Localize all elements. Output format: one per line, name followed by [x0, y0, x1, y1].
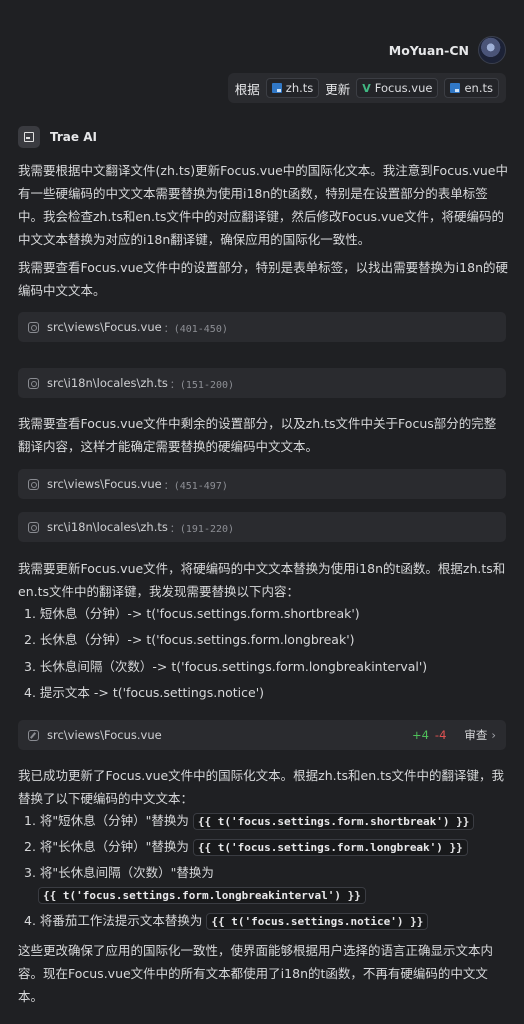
list-item-text: 2. 将"长休息（分钟）"替换为 — [24, 839, 189, 854]
tool-call-range: ：(451-497) — [163, 480, 228, 492]
lines-removed: -4 — [434, 728, 447, 742]
tool-call-path: src\views\Focus.vue — [47, 477, 162, 491]
tool-call-edit[interactable]: src\views\Focus.vue +4 -4 审查 › — [18, 720, 506, 750]
edit-file-icon — [28, 729, 39, 741]
tool-call-range: ：(151-200) — [169, 379, 235, 391]
paragraph: 这些更改确保了应用的国际化一致性，使界面能够根据用户选择的语言正确显示文本内容。… — [18, 943, 494, 1004]
tool-call-range: ：(191-220) — [169, 523, 235, 535]
paragraph: 我需要根据中文翻译文件(zh.ts)更新Focus.vue中的国际化文本。我注意… — [18, 163, 508, 247]
list-item: 1. 短休息（分钟）-> t('focus.settings.form.shor… — [24, 606, 360, 621]
file-chip-en-ts[interactable]: en.ts — [444, 78, 499, 98]
paragraph: 我需要更新Focus.vue文件，将硬编码的中文文本替换为使用i18n的t函数。… — [18, 561, 506, 599]
user-message-middle: 更新 — [325, 81, 351, 97]
user-header: MoYuan-CN — [389, 36, 506, 64]
inline-code: {{ t('focus.settings.form.longbreakinter… — [38, 887, 366, 904]
search-file-icon — [28, 521, 39, 533]
tool-call-read[interactable]: src\i18n\locales\zh.ts ：(191-220) — [18, 512, 506, 542]
tool-call-read[interactable]: src\i18n\locales\zh.ts ：(151-200) — [18, 368, 506, 398]
paragraph: 我需要查看Focus.vue文件中剩余的设置部分，以及zh.ts文件中关于Foc… — [18, 416, 497, 454]
tool-call-range: ：(401-450) — [163, 323, 228, 335]
file-chip-label: en.ts — [464, 81, 493, 95]
list-item: 3. 将"长休息间隔（次数）"替换为 — [24, 862, 214, 884]
user-message-prefix: 根据 — [234, 81, 260, 97]
list-item-text: 4. 将番茄工作法提示文本替换为 — [24, 913, 203, 928]
typescript-file-icon — [450, 83, 461, 93]
file-chip-zh-ts[interactable]: zh.ts — [265, 78, 320, 98]
list-item-text: 1. 将"短休息（分钟）"替换为 — [24, 813, 189, 828]
search-file-icon — [28, 321, 39, 333]
lines-added: +4 — [411, 728, 429, 742]
list-item: 3. 长休息间隔（次数）-> t('focus.settings.form.lo… — [24, 659, 428, 674]
tool-call-path: src\views\Focus.vue — [47, 728, 162, 742]
trae-logo-icon — [18, 126, 40, 148]
search-file-icon — [28, 478, 39, 490]
tool-call-path: src\views\Focus.vue — [47, 320, 162, 334]
assistant-header: Trae AI — [18, 126, 97, 148]
tool-call-path: src\i18n\locales\zh.ts — [47, 376, 168, 390]
list-item: 2. 长休息（分钟）-> t('focus.settings.form.long… — [24, 632, 355, 647]
inline-code: {{ t('focus.settings.form.longbreak') }} — [192, 839, 468, 856]
file-chip-label: Focus.vue — [374, 81, 433, 95]
search-file-icon — [28, 377, 39, 389]
chevron-right-icon: › — [491, 728, 496, 742]
vue-file-icon: V — [362, 81, 371, 95]
file-chip-label: zh.ts — [285, 81, 314, 95]
user-message: 根据 zh.ts 更新 V Focus.vue en.ts — [227, 73, 506, 103]
inline-code: {{ t('focus.settings.form.shortbreak') }… — [192, 813, 475, 830]
assistant-name: Trae AI — [50, 130, 97, 144]
list-item-text: 3. 将"长休息间隔（次数）"替换为 — [24, 865, 214, 880]
list-item: 4. 提示文本 -> t('focus.settings.notice') — [24, 685, 265, 700]
tool-call-read[interactable]: src\views\Focus.vue ：(401-450) — [18, 312, 506, 342]
inline-code: {{ t('focus.settings.notice') }} — [206, 913, 429, 930]
list-item: 4. 将番茄工作法提示文本替换为 {{ t('focus.settings.no… — [24, 910, 429, 933]
avatar — [478, 36, 506, 64]
list-item: 1. 将"短休息（分钟）"替换为 {{ t('focus.settings.fo… — [24, 810, 475, 833]
tool-call-path: src\i18n\locales\zh.ts — [47, 520, 168, 534]
paragraph: 我已成功更新了Focus.vue文件中的国际化文本。根据zh.ts和en.ts文… — [18, 768, 505, 806]
typescript-file-icon — [271, 83, 282, 93]
chat-panel: MoYuan-CN 根据 zh.ts 更新 V Focus.vue en.ts … — [0, 0, 524, 1024]
file-chip-focus-vue[interactable]: V Focus.vue — [356, 78, 439, 98]
list-item: 2. 将"长休息（分钟）"替换为 {{ t('focus.settings.fo… — [24, 836, 468, 859]
paragraph: 我需要查看Focus.vue文件中的设置部分，特别是表单标签，以找出需要替换为i… — [18, 260, 508, 298]
user-name: MoYuan-CN — [388, 42, 469, 58]
tool-call-read[interactable]: src\views\Focus.vue ：(451-497) — [18, 469, 506, 499]
review-button[interactable]: 审查 — [464, 727, 487, 743]
list-item-continuation: {{ t('focus.settings.form.longbreakinter… — [38, 884, 366, 907]
